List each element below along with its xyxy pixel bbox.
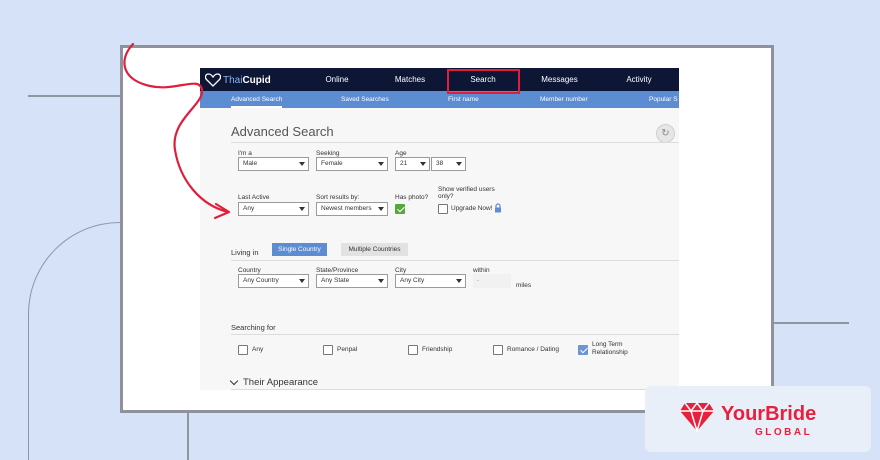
yourbride-logo-subtext: GLOBAL xyxy=(755,427,813,438)
yourbride-logo-text: YourBride xyxy=(721,403,817,425)
diamond-icon xyxy=(680,402,714,432)
